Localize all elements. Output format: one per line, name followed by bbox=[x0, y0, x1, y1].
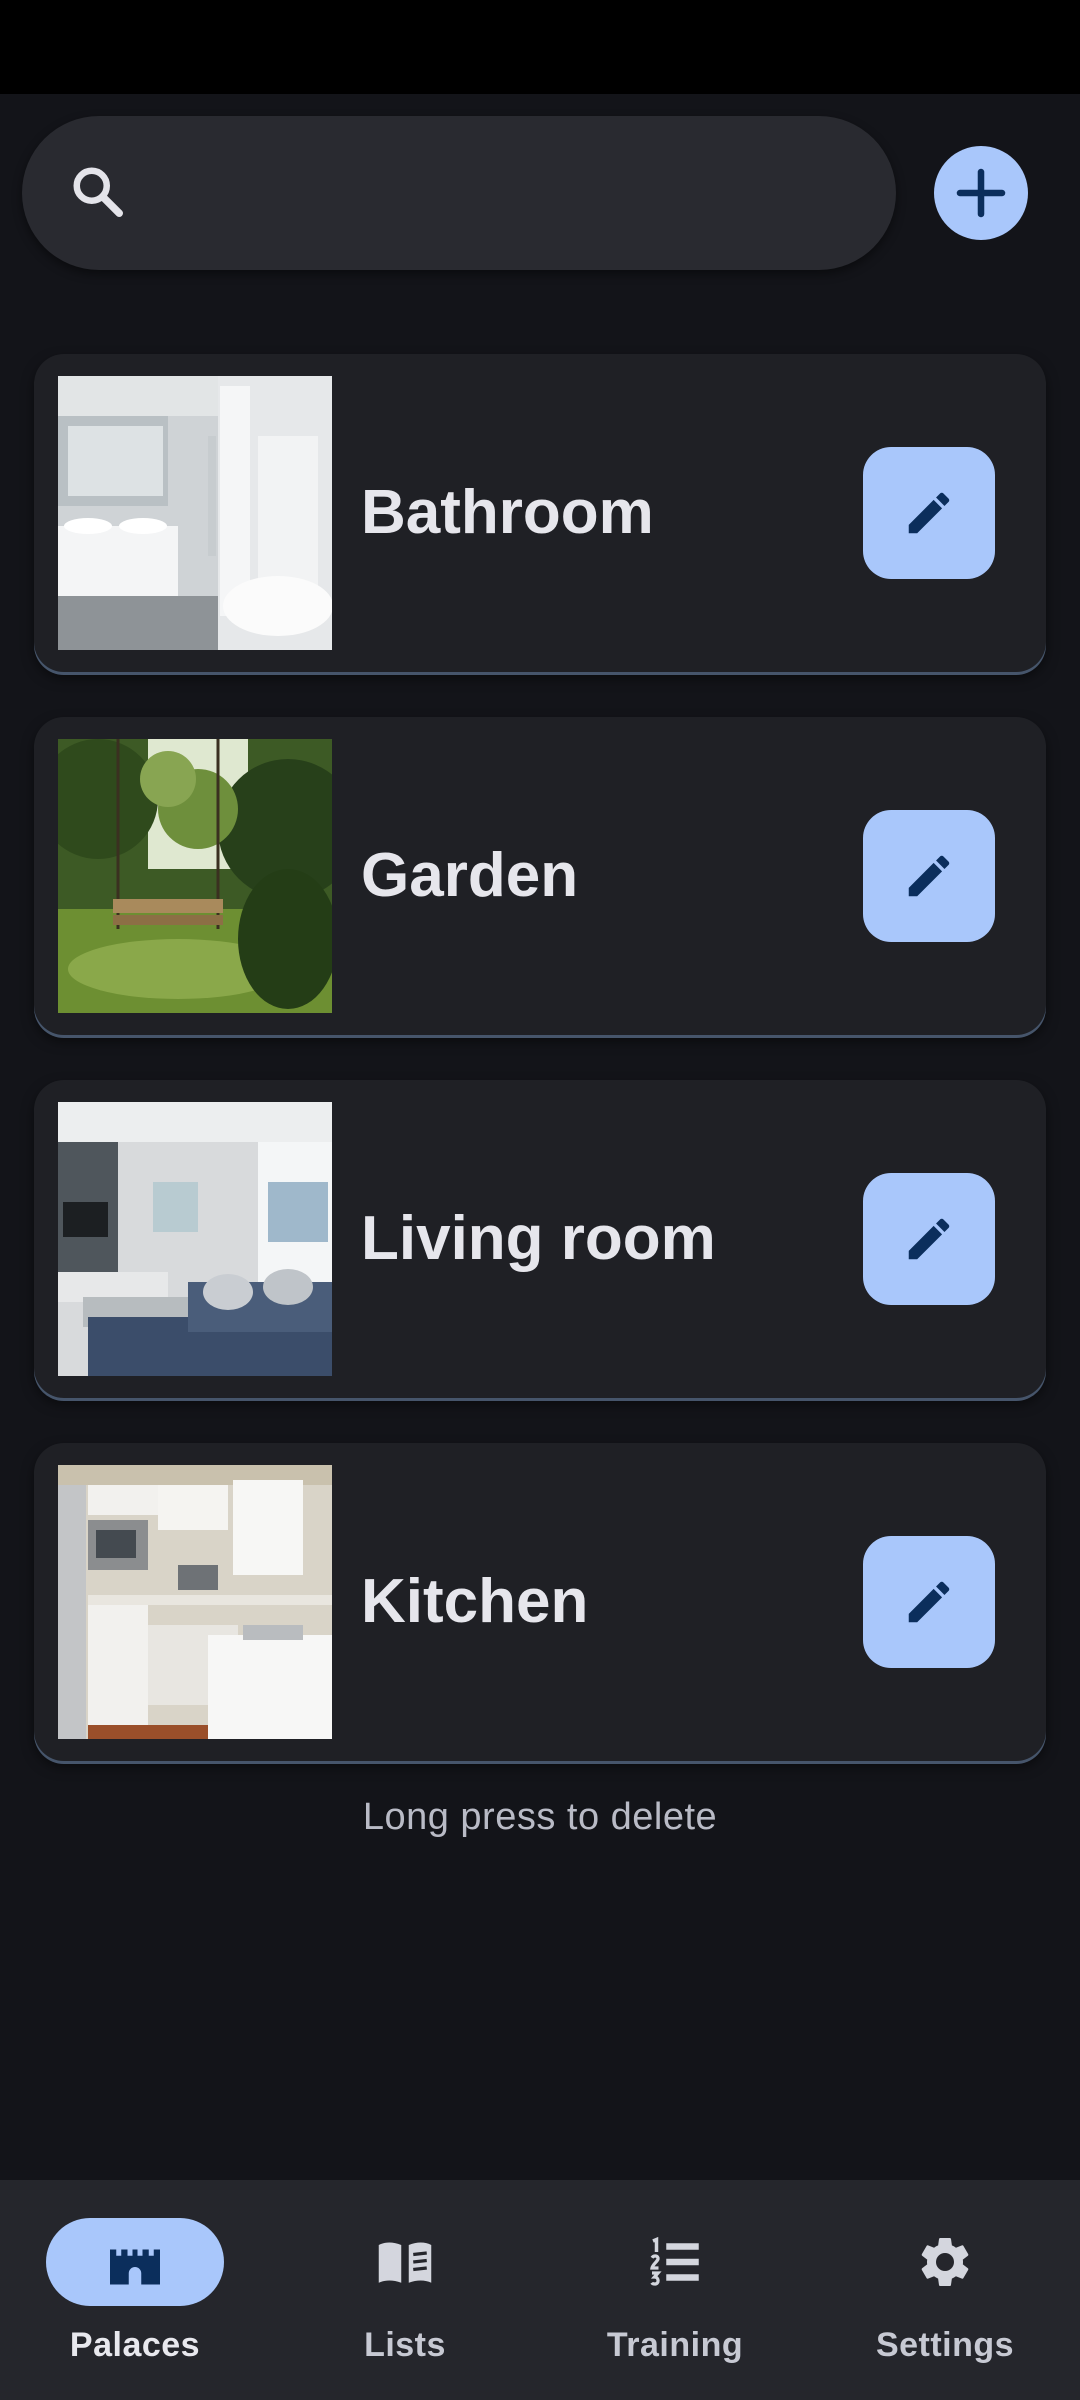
edit-button[interactable] bbox=[863, 1536, 995, 1668]
nav-item-settings[interactable]: Settings bbox=[810, 2180, 1080, 2400]
edit-button[interactable] bbox=[863, 1173, 995, 1305]
palace-card-living-room[interactable]: Living room bbox=[34, 1080, 1046, 1398]
bathroom-photo bbox=[58, 376, 332, 650]
nav-label-settings: Settings bbox=[875, 2326, 1015, 2364]
numbered-list-icon bbox=[650, 2236, 699, 2286]
screen: Bathroom Garden Living room Kitchen Long… bbox=[0, 0, 1080, 2400]
nav-label-lists: Lists bbox=[364, 2326, 446, 2364]
status-bar bbox=[0, 0, 1080, 94]
nav-label-training: Training bbox=[606, 2326, 744, 2364]
nav-item-palaces[interactable]: Palaces bbox=[0, 2180, 270, 2400]
palace-title: Bathroom bbox=[361, 478, 654, 547]
palace-title: Kitchen bbox=[361, 1567, 589, 1636]
palace-title: Garden bbox=[361, 841, 579, 910]
nav-item-training[interactable]: Training bbox=[540, 2180, 810, 2400]
search-bar[interactable] bbox=[22, 116, 896, 272]
pencil-icon bbox=[908, 855, 950, 897]
edit-button[interactable] bbox=[863, 810, 995, 942]
gear-icon bbox=[921, 2238, 969, 2286]
palace-card-kitchen[interactable]: Kitchen bbox=[34, 1443, 1046, 1761]
nav-label-palaces: Palaces bbox=[69, 2326, 201, 2364]
search-icon[interactable] bbox=[68, 162, 128, 222]
kitchen-photo bbox=[58, 1465, 332, 1739]
garden-swing-photo bbox=[58, 739, 332, 1013]
pencil-icon bbox=[908, 1581, 950, 1623]
book-icon bbox=[378, 2242, 432, 2283]
nav-item-lists[interactable]: Lists bbox=[270, 2180, 540, 2400]
palace-card-garden[interactable]: Garden bbox=[34, 717, 1046, 1035]
search-input[interactable] bbox=[162, 116, 866, 272]
palace-card-bathroom[interactable]: Bathroom bbox=[34, 354, 1046, 672]
castle-icon bbox=[110, 2249, 160, 2285]
delete-hint: Long press to delete bbox=[362, 1796, 718, 1838]
palace-title: Living room bbox=[361, 1204, 716, 1273]
bottom-navigation: Palaces Lists Training Settings bbox=[0, 2180, 1080, 2400]
pencil-icon bbox=[908, 1218, 950, 1260]
add-palace-button[interactable] bbox=[934, 146, 1028, 240]
plus-icon bbox=[956, 168, 1006, 218]
pencil-icon bbox=[908, 492, 950, 534]
living-room-photo bbox=[58, 1102, 332, 1376]
edit-button[interactable] bbox=[863, 447, 995, 579]
